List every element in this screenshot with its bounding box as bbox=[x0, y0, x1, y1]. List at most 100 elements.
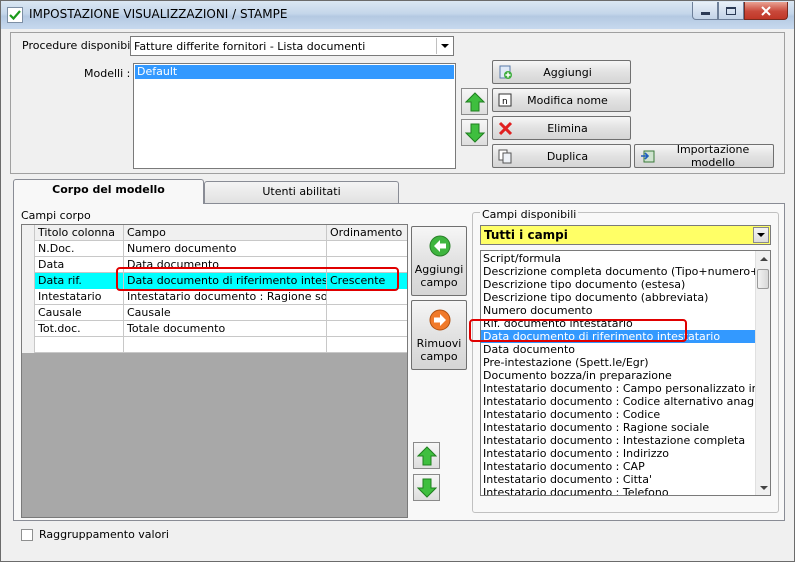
modifica-nome-button[interactable]: n Modifica nome bbox=[492, 88, 631, 112]
table-row[interactable]: Causale Causale bbox=[22, 305, 407, 321]
table-row-selected[interactable]: Data rif. Data documento di riferimento … bbox=[22, 273, 407, 289]
list-item[interactable]: Descrizione tipo documento (estesa) bbox=[481, 278, 756, 291]
cell-campo[interactable]: Totale documento bbox=[124, 321, 327, 337]
scroll-thumb[interactable] bbox=[757, 269, 769, 289]
cell-ordinamento[interactable] bbox=[327, 321, 407, 337]
cell-titolo[interactable]: Causale bbox=[35, 305, 124, 321]
list-item-selected[interactable]: Data documento di riferimento intestatar… bbox=[481, 330, 756, 343]
table-row[interactable]: Intestatario Intestatario documento : Ra… bbox=[22, 289, 407, 305]
move-down-field-button[interactable] bbox=[413, 474, 440, 501]
aggiungi-campo-label: Aggiungi campo bbox=[412, 263, 466, 289]
move-down-model-button[interactable] bbox=[461, 119, 488, 146]
cell-ordinamento[interactable] bbox=[327, 337, 407, 353]
list-item[interactable]: Intestatario documento : Ragione sociale bbox=[481, 421, 756, 434]
cell-ordinamento[interactable] bbox=[327, 289, 407, 305]
duplica-button[interactable]: Duplica bbox=[492, 144, 631, 168]
modelli-list[interactable]: Default bbox=[133, 63, 456, 169]
elimina-button[interactable]: Elimina bbox=[492, 116, 631, 140]
cell-campo[interactable]: Data documento bbox=[124, 257, 327, 273]
list-item[interactable]: Intestatario documento : Campo personali… bbox=[481, 382, 756, 395]
list-scrollbar[interactable] bbox=[755, 251, 770, 495]
chevron-down-icon[interactable] bbox=[753, 227, 769, 243]
duplica-label: Duplica bbox=[546, 149, 589, 163]
cell-campo[interactable]: Data documento di riferimento intestatar… bbox=[124, 273, 327, 289]
row-indicator bbox=[22, 273, 35, 289]
list-item[interactable]: Script/formula bbox=[481, 252, 756, 265]
aggiungi-campo-line1: Aggiungi bbox=[414, 263, 464, 276]
title-bar[interactable]: IMPOSTAZIONE VISUALIZZAZIONI / STAMPE bbox=[1, 1, 794, 29]
svg-text:n: n bbox=[502, 97, 508, 107]
list-item[interactable]: Default bbox=[135, 65, 454, 79]
list-item[interactable]: Data documento bbox=[481, 343, 756, 356]
list-item[interactable]: Intestatario documento : Telefono bbox=[481, 486, 756, 495]
arrow-down-icon bbox=[464, 123, 485, 143]
procedure-value: Fatture differite fornitori - Lista docu… bbox=[134, 40, 366, 53]
list-item[interactable]: Intestatario documento : Codice bbox=[481, 408, 756, 421]
modelli-label: Modelli : bbox=[84, 67, 131, 80]
list-item[interactable]: Intestatario documento : Indirizzo bbox=[481, 447, 756, 460]
cell-ordinamento[interactable] bbox=[327, 305, 407, 321]
column-header-titolo[interactable]: Titolo colonna bbox=[35, 225, 124, 241]
row-indicator bbox=[22, 289, 35, 305]
list-item[interactable]: Intestatario documento : Citta' bbox=[481, 473, 756, 486]
rimuovi-campo-button[interactable]: Rimuovi campo bbox=[411, 300, 467, 370]
cell-ordinamento[interactable]: Crescente bbox=[327, 273, 407, 289]
tab-utenti-abilitati[interactable]: Utenti abilitati bbox=[204, 181, 399, 203]
window-controls bbox=[692, 2, 788, 20]
cell-titolo[interactable]: Tot.doc. bbox=[35, 321, 124, 337]
procedure-select[interactable]: Fatture differite fornitori - Lista docu… bbox=[130, 36, 454, 56]
list-item[interactable]: Intestatario documento : Codice alternat… bbox=[481, 395, 756, 408]
list-item[interactable]: Descrizione tipo documento (abbreviata) bbox=[481, 291, 756, 304]
campi-filter-select[interactable]: Tutti i campi bbox=[480, 225, 771, 245]
row-indicator bbox=[22, 305, 35, 321]
move-up-model-button[interactable] bbox=[461, 88, 488, 115]
column-header-ordinamento[interactable]: Ordinamento bbox=[327, 225, 407, 241]
table-row[interactable]: Tot.doc. Totale documento bbox=[22, 321, 407, 337]
aggiungi-campo-button[interactable]: Aggiungi campo bbox=[411, 226, 467, 296]
cell-campo[interactable]: Causale bbox=[124, 305, 327, 321]
maximize-button[interactable] bbox=[718, 2, 744, 20]
campi-filter-value: Tutti i campi bbox=[484, 228, 568, 242]
list-item[interactable]: Rif. documento intestatario bbox=[481, 317, 756, 330]
importazione-modello-button[interactable]: Importazione modello bbox=[634, 143, 774, 169]
list-item[interactable]: Intestatario documento : Intestazione co… bbox=[481, 434, 756, 447]
list-item[interactable]: Descrizione completa documento (Tipo+num… bbox=[481, 265, 756, 278]
rimuovi-campo-label: Rimuovi campo bbox=[412, 337, 466, 363]
cell-titolo[interactable]: Intestatario bbox=[35, 289, 124, 305]
list-item[interactable]: Intestatario documento : CAP bbox=[481, 460, 756, 473]
table-row[interactable]: Data Data documento bbox=[22, 257, 407, 273]
main-window: IMPOSTAZIONE VISUALIZZAZIONI / STAMPE Pr… bbox=[0, 0, 795, 562]
scroll-up-icon[interactable] bbox=[756, 251, 770, 266]
tab-corpo-modello[interactable]: Corpo del modello bbox=[13, 179, 204, 204]
list-item[interactable]: Numero documento bbox=[481, 304, 756, 317]
move-up-field-button[interactable] bbox=[413, 442, 440, 469]
table-row[interactable]: N.Doc. Numero documento bbox=[22, 241, 407, 257]
raggruppamento-checkbox[interactable] bbox=[21, 529, 33, 541]
rename-icon: n bbox=[498, 93, 512, 107]
cell-campo[interactable]: Numero documento bbox=[124, 241, 327, 257]
list-item[interactable]: Pre-intestazione (Spett.le/Egr) bbox=[481, 356, 756, 369]
raggruppamento-label: Raggruppamento valori bbox=[39, 528, 169, 541]
chevron-down-icon[interactable] bbox=[436, 38, 452, 54]
cell-titolo[interactable] bbox=[35, 337, 124, 353]
scroll-down-icon[interactable] bbox=[756, 480, 770, 495]
column-header-campo[interactable]: Campo bbox=[124, 225, 327, 241]
cell-titolo[interactable]: N.Doc. bbox=[35, 241, 124, 257]
cell-titolo[interactable]: Data rif. bbox=[35, 273, 124, 289]
cell-campo[interactable] bbox=[124, 337, 327, 353]
campi-disponibili-list[interactable]: Script/formula Descrizione completa docu… bbox=[480, 250, 771, 496]
cell-ordinamento[interactable] bbox=[327, 257, 407, 273]
table-row-empty[interactable] bbox=[22, 337, 407, 353]
row-indicator bbox=[22, 241, 35, 257]
minimize-button[interactable] bbox=[692, 2, 718, 20]
cell-ordinamento[interactable] bbox=[327, 241, 407, 257]
delete-x-icon bbox=[498, 121, 513, 136]
cell-campo[interactable]: Intestatario documento : Ragione sociale bbox=[124, 289, 327, 305]
close-button[interactable] bbox=[744, 2, 788, 20]
campi-corpo-grid[interactable]: Titolo colonna Campo Ordinamento N.Doc. … bbox=[21, 224, 408, 518]
aggiungi-button[interactable]: Aggiungi bbox=[492, 60, 631, 84]
import-icon bbox=[641, 150, 655, 163]
cell-titolo[interactable]: Data bbox=[35, 257, 124, 273]
list-item[interactable]: Documento bozza/in preparazione bbox=[481, 369, 756, 382]
app-check-icon bbox=[7, 7, 23, 23]
